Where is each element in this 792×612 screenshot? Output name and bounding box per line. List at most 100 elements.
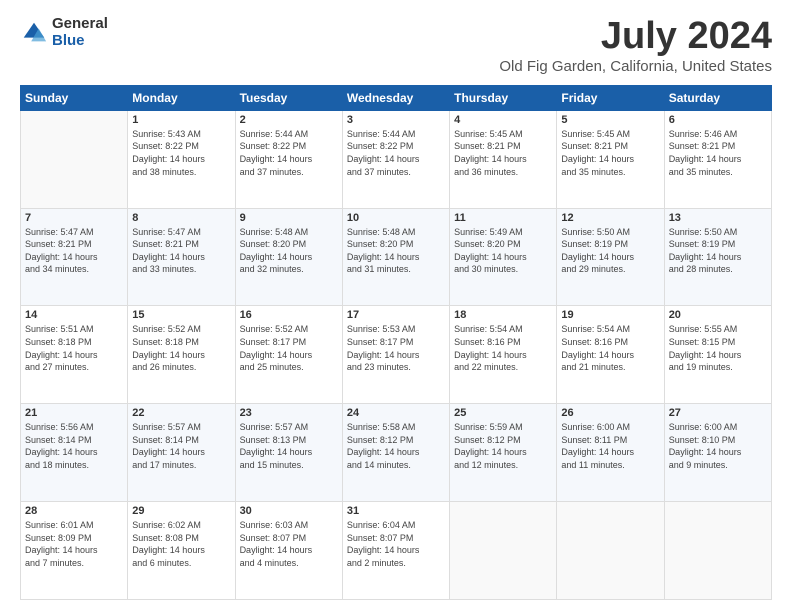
title-block: July 2024 Old Fig Garden, California, Un…: [499, 16, 772, 75]
calendar-cell: [21, 110, 128, 208]
header: General Blue July 2024 Old Fig Garden, C…: [20, 16, 772, 75]
day-number: 20: [669, 309, 767, 321]
day-number: 2: [240, 114, 338, 126]
calendar-table: SundayMondayTuesdayWednesdayThursdayFrid…: [20, 85, 772, 600]
calendar-cell: 22 Sunrise: 5:57 AM Sunset: 8:14 PM Dayli…: [128, 404, 235, 502]
day-info: Sunrise: 5:58 AM Sunset: 8:12 PM Dayligh…: [347, 421, 445, 471]
calendar-header-tuesday: Tuesday: [235, 85, 342, 110]
day-info: Sunrise: 5:48 AM Sunset: 8:20 PM Dayligh…: [240, 226, 338, 276]
day-info: Sunrise: 5:50 AM Sunset: 8:19 PM Dayligh…: [669, 226, 767, 276]
day-number: 19: [561, 309, 659, 321]
calendar-header-monday: Monday: [128, 85, 235, 110]
day-info: Sunrise: 5:53 AM Sunset: 8:17 PM Dayligh…: [347, 323, 445, 373]
day-info: Sunrise: 5:47 AM Sunset: 8:21 PM Dayligh…: [25, 226, 123, 276]
day-number: 9: [240, 212, 338, 224]
calendar-cell: 8 Sunrise: 5:47 AM Sunset: 8:21 PM Daylig…: [128, 208, 235, 306]
day-number: 30: [240, 505, 338, 517]
day-number: 15: [132, 309, 230, 321]
calendar-cell: 15 Sunrise: 5:52 AM Sunset: 8:18 PM Dayli…: [128, 306, 235, 404]
calendar-week-0: 1 Sunrise: 5:43 AM Sunset: 8:22 PM Daylig…: [21, 110, 772, 208]
calendar-cell: 14 Sunrise: 5:51 AM Sunset: 8:18 PM Dayli…: [21, 306, 128, 404]
day-info: Sunrise: 5:52 AM Sunset: 8:17 PM Dayligh…: [240, 323, 338, 373]
day-number: 22: [132, 407, 230, 419]
day-number: 28: [25, 505, 123, 517]
day-info: Sunrise: 5:48 AM Sunset: 8:20 PM Dayligh…: [347, 226, 445, 276]
day-number: 11: [454, 212, 552, 224]
day-number: 14: [25, 309, 123, 321]
logo-icon: [20, 19, 48, 47]
logo: General Blue: [20, 16, 108, 49]
calendar-week-1: 7 Sunrise: 5:47 AM Sunset: 8:21 PM Daylig…: [21, 208, 772, 306]
page: General Blue July 2024 Old Fig Garden, C…: [0, 0, 792, 612]
calendar-header-sunday: Sunday: [21, 85, 128, 110]
logo-text: General Blue: [52, 16, 108, 49]
calendar-week-3: 21 Sunrise: 5:56 AM Sunset: 8:14 PM Dayli…: [21, 404, 772, 502]
day-info: Sunrise: 6:00 AM Sunset: 8:11 PM Dayligh…: [561, 421, 659, 471]
calendar-cell: 12Sunrise: 5:50 AM Sunset: 8:19 PM Dayli…: [557, 208, 664, 306]
calendar-cell: 24Sunrise: 5:58 AM Sunset: 8:12 PM Dayli…: [342, 404, 449, 502]
day-info: Sunrise: 6:01 AM Sunset: 8:09 PM Dayligh…: [25, 519, 123, 569]
calendar-cell: 1 Sunrise: 5:43 AM Sunset: 8:22 PM Daylig…: [128, 110, 235, 208]
main-title: July 2024: [499, 16, 772, 58]
calendar-cell: 23Sunrise: 5:57 AM Sunset: 8:13 PM Dayli…: [235, 404, 342, 502]
day-info: Sunrise: 5:50 AM Sunset: 8:19 PM Dayligh…: [561, 226, 659, 276]
day-info: Sunrise: 6:00 AM Sunset: 8:10 PM Dayligh…: [669, 421, 767, 471]
calendar-cell: 27 Sunrise: 6:00 AM Sunset: 8:10 PM Dayli…: [664, 404, 771, 502]
day-info: Sunrise: 5:51 AM Sunset: 8:18 PM Dayligh…: [25, 323, 123, 373]
day-number: 10: [347, 212, 445, 224]
day-info: Sunrise: 5:47 AM Sunset: 8:21 PM Dayligh…: [132, 226, 230, 276]
day-info: Sunrise: 5:44 AM Sunset: 8:22 PM Dayligh…: [240, 128, 338, 178]
calendar-cell: 16Sunrise: 5:52 AM Sunset: 8:17 PM Dayli…: [235, 306, 342, 404]
day-info: Sunrise: 5:45 AM Sunset: 8:21 PM Dayligh…: [561, 128, 659, 178]
day-info: Sunrise: 5:43 AM Sunset: 8:22 PM Dayligh…: [132, 128, 230, 178]
logo-general: General: [52, 16, 108, 33]
day-info: Sunrise: 6:03 AM Sunset: 8:07 PM Dayligh…: [240, 519, 338, 569]
calendar-cell: 7 Sunrise: 5:47 AM Sunset: 8:21 PM Daylig…: [21, 208, 128, 306]
day-number: 23: [240, 407, 338, 419]
day-number: 7: [25, 212, 123, 224]
calendar-cell: 18Sunrise: 5:54 AM Sunset: 8:16 PM Dayli…: [450, 306, 557, 404]
calendar-header-saturday: Saturday: [664, 85, 771, 110]
day-number: 29: [132, 505, 230, 517]
calendar-cell: 31Sunrise: 6:04 AM Sunset: 8:07 PM Dayli…: [342, 502, 449, 600]
calendar-header-row: SundayMondayTuesdayWednesdayThursdayFrid…: [21, 85, 772, 110]
day-number: 18: [454, 309, 552, 321]
day-info: Sunrise: 6:04 AM Sunset: 8:07 PM Dayligh…: [347, 519, 445, 569]
day-number: 27: [669, 407, 767, 419]
calendar-cell: 19Sunrise: 5:54 AM Sunset: 8:16 PM Dayli…: [557, 306, 664, 404]
calendar-cell: [557, 502, 664, 600]
calendar-header-wednesday: Wednesday: [342, 85, 449, 110]
day-info: Sunrise: 5:52 AM Sunset: 8:18 PM Dayligh…: [132, 323, 230, 373]
calendar-cell: 29 Sunrise: 6:02 AM Sunset: 8:08 PM Dayli…: [128, 502, 235, 600]
day-info: Sunrise: 5:57 AM Sunset: 8:14 PM Dayligh…: [132, 421, 230, 471]
calendar-week-4: 28 Sunrise: 6:01 AM Sunset: 8:09 PM Dayli…: [21, 502, 772, 600]
day-info: Sunrise: 5:59 AM Sunset: 8:12 PM Dayligh…: [454, 421, 552, 471]
calendar-week-2: 14 Sunrise: 5:51 AM Sunset: 8:18 PM Dayli…: [21, 306, 772, 404]
day-info: Sunrise: 5:45 AM Sunset: 8:21 PM Dayligh…: [454, 128, 552, 178]
calendar-cell: 17 Sunrise: 5:53 AM Sunset: 8:17 PM Dayli…: [342, 306, 449, 404]
calendar-cell: 3Sunrise: 5:44 AM Sunset: 8:22 PM Daylig…: [342, 110, 449, 208]
calendar-cell: 28 Sunrise: 6:01 AM Sunset: 8:09 PM Dayli…: [21, 502, 128, 600]
day-info: Sunrise: 5:56 AM Sunset: 8:14 PM Dayligh…: [25, 421, 123, 471]
subtitle: Old Fig Garden, California, United State…: [499, 58, 772, 75]
calendar-cell: 2 Sunrise: 5:44 AM Sunset: 8:22 PM Daylig…: [235, 110, 342, 208]
day-number: 1: [132, 114, 230, 126]
day-info: Sunrise: 5:46 AM Sunset: 8:21 PM Dayligh…: [669, 128, 767, 178]
calendar-header-thursday: Thursday: [450, 85, 557, 110]
calendar-cell: 11 Sunrise: 5:49 AM Sunset: 8:20 PM Dayli…: [450, 208, 557, 306]
day-number: 8: [132, 212, 230, 224]
day-number: 4: [454, 114, 552, 126]
day-number: 21: [25, 407, 123, 419]
calendar-cell: [664, 502, 771, 600]
calendar-cell: 13Sunrise: 5:50 AM Sunset: 8:19 PM Dayli…: [664, 208, 771, 306]
calendar-cell: 9 Sunrise: 5:48 AM Sunset: 8:20 PM Daylig…: [235, 208, 342, 306]
calendar-cell: 6Sunrise: 5:46 AM Sunset: 8:21 PM Daylig…: [664, 110, 771, 208]
calendar-cell: 30 Sunrise: 6:03 AM Sunset: 8:07 PM Dayli…: [235, 502, 342, 600]
day-number: 17: [347, 309, 445, 321]
day-info: Sunrise: 6:02 AM Sunset: 8:08 PM Dayligh…: [132, 519, 230, 569]
calendar-cell: 4 Sunrise: 5:45 AM Sunset: 8:21 PM Daylig…: [450, 110, 557, 208]
calendar-cell: [450, 502, 557, 600]
calendar-cell: 20Sunrise: 5:55 AM Sunset: 8:15 PM Dayli…: [664, 306, 771, 404]
day-info: Sunrise: 5:49 AM Sunset: 8:20 PM Dayligh…: [454, 226, 552, 276]
day-info: Sunrise: 5:44 AM Sunset: 8:22 PM Dayligh…: [347, 128, 445, 178]
